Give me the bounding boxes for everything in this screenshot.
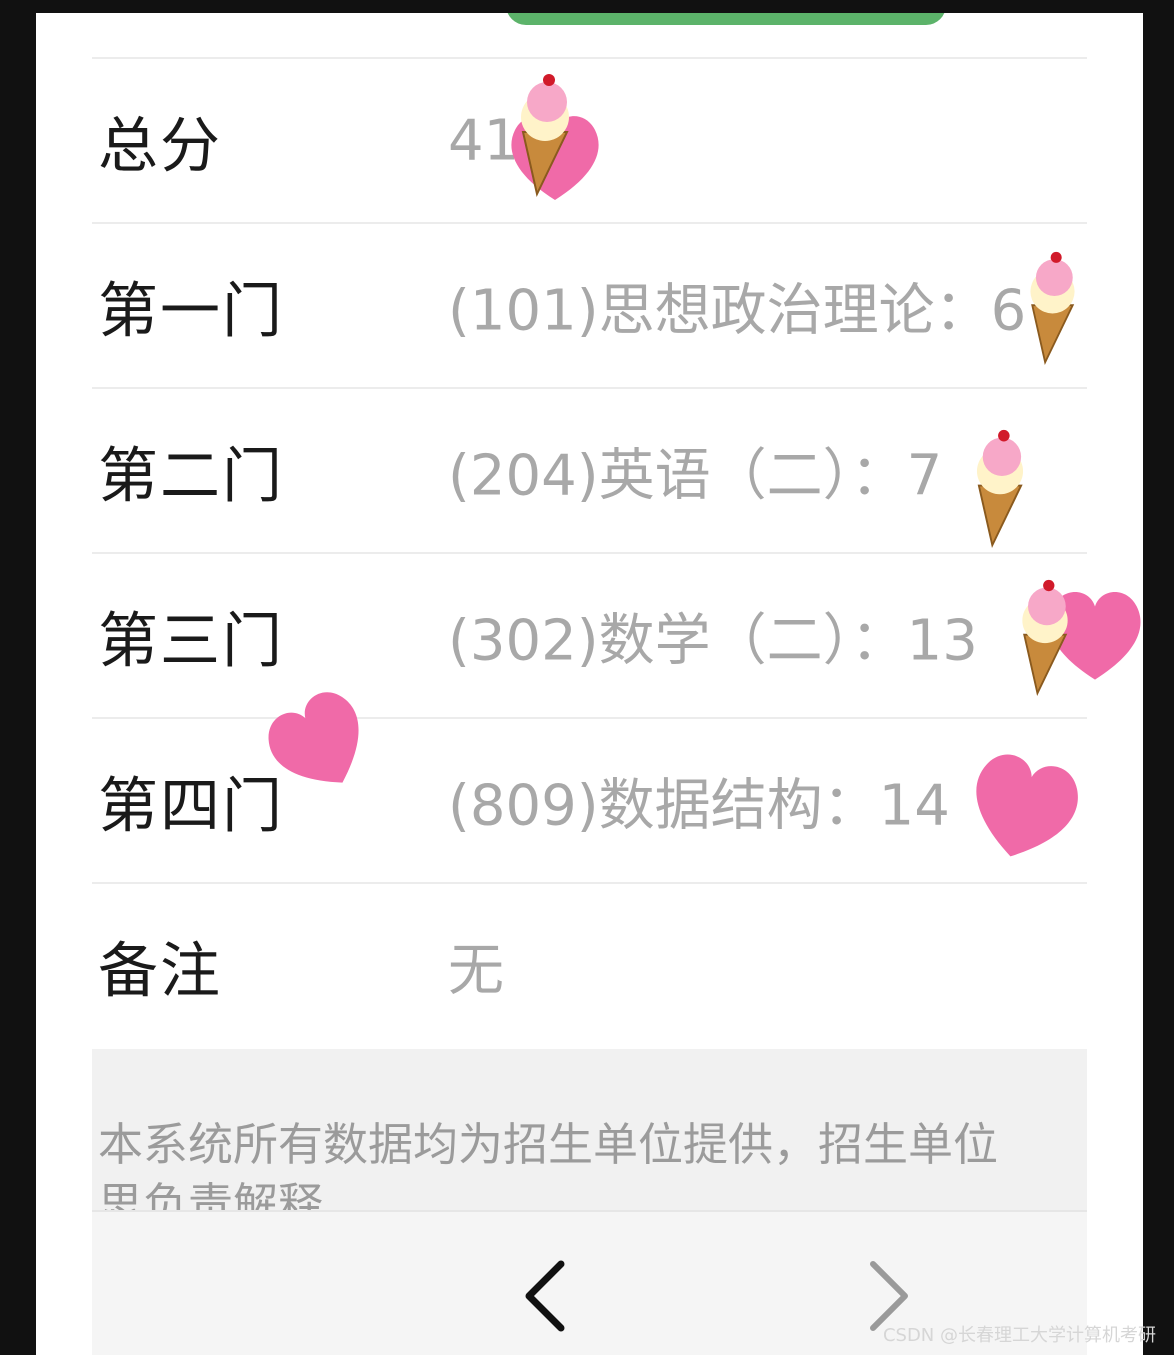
row-label: 第三门 [98,606,284,676]
header-bar-edge [506,13,946,25]
row-label: 第二门 [98,441,284,511]
chevron-left-icon [525,1260,565,1332]
row-label: 第一门 [98,276,284,346]
row-subject-1: 第一门 (101)思想政治理论：6 [92,222,1087,387]
back-button[interactable] [517,1256,577,1336]
row-value: 无 [448,938,504,1003]
row-label: 总分 [98,111,222,181]
row-label: 备注 [98,936,222,1006]
row-remark: 备注 无 [92,882,1087,1047]
row-label: 第四门 [98,771,284,841]
row-value: (809)数据结构：14 [448,773,950,838]
row-total-score: 总分 41 [92,57,1087,222]
row-value: (204)英语（二）：7 [448,443,943,508]
notice-line-1: 本系统所有数据均为招生单位提供，招生单位 [98,1118,999,1171]
row-value: (302)数学（二）：13 [448,608,978,673]
row-subject-3: 第三门 (302)数学（二）：13 [92,552,1087,717]
row-subject-4: 第四门 (809)数据结构：14 [92,717,1087,882]
row-subject-2: 第二门 (204)英语（二）：7 [92,387,1087,552]
score-detail-screen: 总分 41 第一门 (101)思想政治理论：6 第二门 (204)英语（二）：7… [36,13,1143,1355]
row-value: 41 [448,108,520,173]
watermark: CSDN @长春理工大学计算机考研 [882,1325,1156,1346]
row-value: (101)思想政治理论：6 [448,278,1027,343]
